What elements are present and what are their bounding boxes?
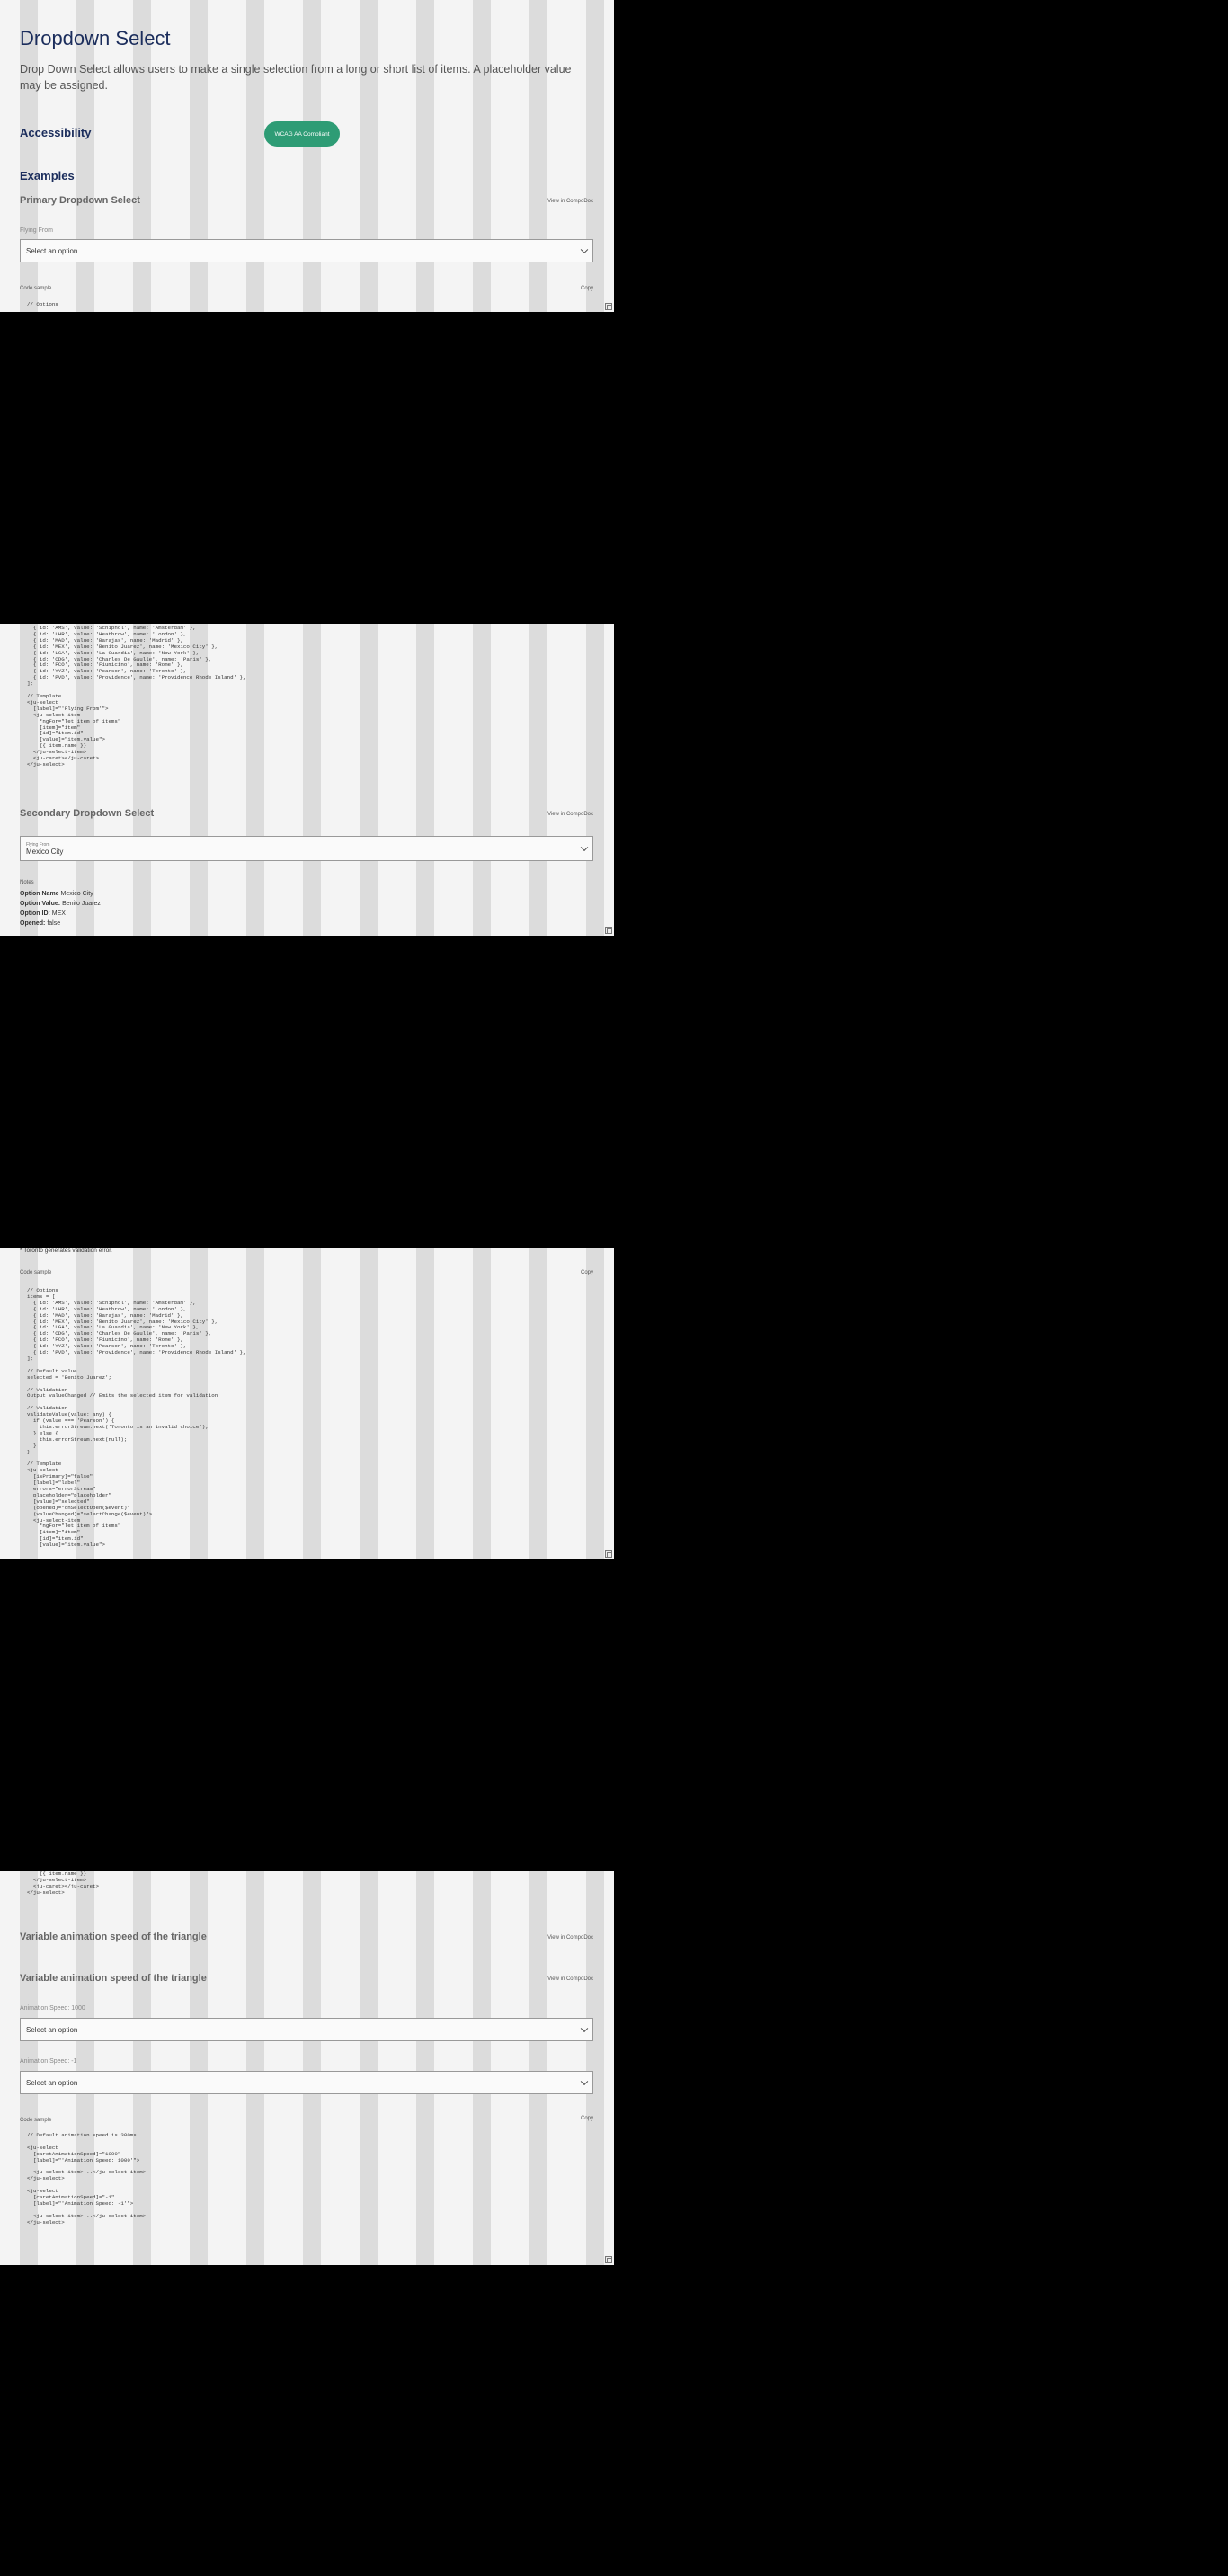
panel-secondary: { id: 'AMS', value: 'Schiphol', name: 'A… <box>0 624 614 936</box>
secondary-compodoc-link[interactable]: View in CompoDoc <box>547 812 593 817</box>
page-title: Dropdown Select <box>20 27 171 49</box>
note-option-value: Option Value: Benito Juarez <box>20 901 101 907</box>
note-opened: Opened: false <box>20 920 61 927</box>
animation-dropdown2-placeholder: Select an option <box>26 2078 78 2087</box>
accessibility-heading: Accessibility <box>20 126 92 139</box>
validation-note: * Toronto generates validation error. <box>20 1248 112 1254</box>
note-option-name: Option Name Mexico City <box>20 891 93 897</box>
secondary-dropdown-value: Mexico City <box>26 847 64 856</box>
note-option-id: Option ID: MEX <box>20 910 66 917</box>
wcag-badge: WCAG AA Compliant <box>264 121 340 147</box>
resize-icon[interactable] <box>605 303 612 310</box>
chevron-down-icon <box>580 245 589 254</box>
secondary-code-label: Code sample <box>20 1270 52 1275</box>
animation-code-label: Code sample <box>20 2118 52 2123</box>
primary-code-bottom: { id: 'AMS', value: 'Schiphol', name: 'A… <box>27 625 246 768</box>
chevron-down-icon <box>580 2024 589 2033</box>
animation-heading-outer: Variable animation speed of the triangle <box>20 1932 207 1942</box>
panel-animation: {{ item.name }} </ju-select-item> <ju-ca… <box>0 1871 614 2265</box>
resize-icon[interactable] <box>605 2256 612 2263</box>
secondary-dropdown[interactable]: Flying From Mexico City <box>20 836 593 861</box>
panel-intro: Dropdown Select Drop Down Select allows … <box>0 0 614 312</box>
animation-compodoc-link-outer[interactable]: View in CompoDoc <box>547 1935 593 1941</box>
secondary-code-tail: {{ item.name }} </ju-select-item> <ju-ca… <box>27 1871 100 1896</box>
primary-code-top: // Options <box>27 301 58 307</box>
primary-code-label: Code sample <box>20 286 52 291</box>
animation-field1-label: Animation Speed: 1000 <box>20 2005 85 2012</box>
secondary-heading: Secondary Dropdown Select <box>20 808 155 819</box>
notes-label: Notes <box>20 880 34 885</box>
primary-copy-button[interactable]: Copy <box>581 286 593 291</box>
resize-icon[interactable] <box>605 1550 612 1558</box>
animation-dropdown1-placeholder: Select an option <box>26 2025 78 2034</box>
animation-copy-button[interactable]: Copy <box>581 2116 593 2121</box>
primary-field-label: Flying From <box>20 227 53 234</box>
primary-compodoc-link[interactable]: View in CompoDoc <box>547 199 593 204</box>
primary-heading: Primary Dropdown Select <box>20 195 140 206</box>
chevron-down-icon <box>580 843 589 852</box>
animation-heading-inner: Variable animation speed of the triangle <box>20 1973 207 1984</box>
examples-heading: Examples <box>20 169 75 182</box>
secondary-code: // Options items = [ { id: 'AMS', value:… <box>27 1287 246 1549</box>
animation-field2-label: Animation Speed: -1 <box>20 2058 77 2065</box>
secondary-copy-button[interactable]: Copy <box>581 1270 593 1275</box>
animation-code: // Default animation speed is 300ms <ju-… <box>27 2132 147 2225</box>
animation-compodoc-link-inner[interactable]: View in CompoDoc <box>547 1976 593 1982</box>
resize-icon[interactable] <box>605 927 612 934</box>
primary-dropdown[interactable]: Select an option <box>20 239 593 262</box>
animation-dropdown-1000[interactable]: Select an option <box>20 2018 593 2041</box>
primary-dropdown-placeholder: Select an option <box>26 246 78 255</box>
page-description: Drop Down Select allows users to make a … <box>20 63 572 92</box>
animation-dropdown-neg1[interactable]: Select an option <box>20 2071 593 2094</box>
panel-secondary-code: * Toronto generates validation error. Co… <box>0 1248 614 1559</box>
chevron-down-icon <box>580 2077 589 2086</box>
